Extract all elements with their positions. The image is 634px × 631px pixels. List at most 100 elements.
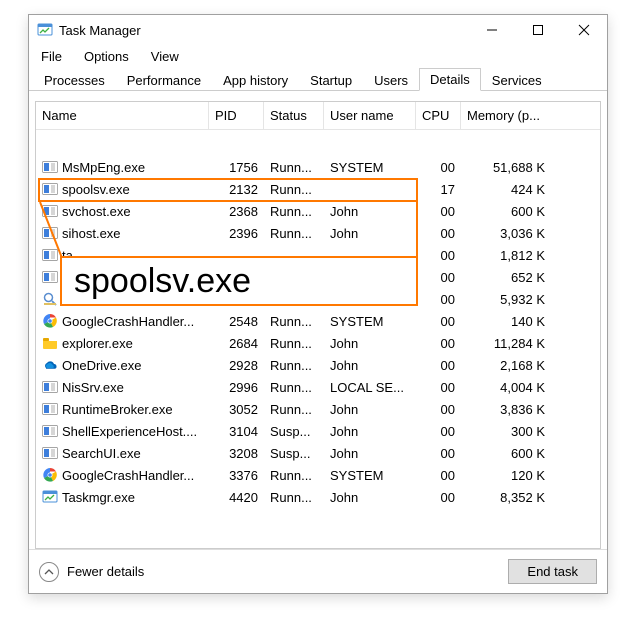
- table-row[interactable]: MsMpEng.exe1756Runn...SYSTEM0051,688 K: [36, 156, 600, 178]
- process-status: Runn...: [264, 292, 324, 307]
- col-user[interactable]: User name: [324, 102, 416, 129]
- process-name: SearchIndexer.exe: [62, 292, 170, 307]
- tab-performance[interactable]: Performance: [116, 69, 212, 91]
- process-pid: 2928: [209, 358, 264, 373]
- table-row[interactable]: ShellExperienceHost....3104Susp...John00…: [36, 420, 600, 442]
- process-user: John: [324, 446, 416, 461]
- process-pid: 2132: [209, 182, 264, 197]
- process-memory: 5,932 K: [461, 292, 551, 307]
- tab-users[interactable]: Users: [363, 69, 419, 91]
- process-status: Runn...: [264, 204, 324, 219]
- col-status[interactable]: Status: [264, 102, 324, 129]
- process-list: Name PID Status User name CPU Memory (p.…: [35, 101, 601, 549]
- process-cpu: 00: [416, 402, 461, 417]
- table-row[interactable]: SearchIndexer.exe2436Runn...SYSTEM005,93…: [36, 288, 600, 310]
- process-user: SYSTEM: [324, 292, 416, 307]
- table-row[interactable]: GoogleCrashHandler...3376Runn...SYSTEM00…: [36, 464, 600, 486]
- process-icon: [42, 225, 58, 241]
- process-cpu: 00: [416, 380, 461, 395]
- maximize-button[interactable]: [515, 15, 561, 45]
- tab-startup[interactable]: Startup: [299, 69, 363, 91]
- fewer-details-label: Fewer details: [67, 564, 144, 579]
- process-memory: 140 K: [461, 314, 551, 329]
- col-pid[interactable]: PID: [209, 102, 264, 129]
- table-row[interactable]: spoolsv.exe2132Runn...17424 K: [36, 178, 600, 200]
- process-status: Runn...: [264, 490, 324, 505]
- table-row[interactable]: ta001,812 K: [36, 244, 600, 266]
- process-user: SYSTEM: [324, 468, 416, 483]
- process-icon: [42, 159, 58, 175]
- process-icon: [42, 203, 58, 219]
- table-row[interactable]: SearchUI.exe3208Susp...John00600 K: [36, 442, 600, 464]
- process-cpu: 00: [416, 336, 461, 351]
- table-row[interactable]: GoogleCrashHandler...2548Runn...SYSTEM00…: [36, 310, 600, 332]
- fewer-details-button[interactable]: Fewer details: [39, 562, 144, 582]
- menu-view[interactable]: View: [147, 47, 183, 66]
- process-status: Runn...: [264, 182, 324, 197]
- content-area: Name PID Status User name CPU Memory (p.…: [29, 91, 607, 549]
- process-pid: 1756: [209, 160, 264, 175]
- process-icon: [42, 291, 58, 307]
- process-memory: 600 K: [461, 204, 551, 219]
- window-title: Task Manager: [59, 23, 469, 38]
- process-pid: 3104: [209, 424, 264, 439]
- process-name: spoolsv.exe: [62, 182, 130, 197]
- process-memory: 3,036 K: [461, 226, 551, 241]
- minimize-button[interactable]: [469, 15, 515, 45]
- table-row[interactable]: RuntimeBroker.exe3052Runn...John003,836 …: [36, 398, 600, 420]
- tabstrip: Processes Performance App history Startu…: [29, 67, 607, 91]
- process-name: ta: [62, 248, 73, 263]
- col-cpu[interactable]: CPU: [416, 102, 461, 129]
- process-cpu: 00: [416, 358, 461, 373]
- table-row[interactable]: NisSrv.exe2996Runn...LOCAL SE...004,004 …: [36, 376, 600, 398]
- table-row[interactable]: sihost.exe2396Runn...John003,036 K: [36, 222, 600, 244]
- process-icon: [42, 269, 58, 285]
- process-icon: [42, 467, 58, 483]
- close-button[interactable]: [561, 15, 607, 45]
- process-user: John: [324, 204, 416, 219]
- tab-services[interactable]: Services: [481, 69, 553, 91]
- process-pid: 3376: [209, 468, 264, 483]
- table-row[interactable]: OneDrive.exe2928Runn...John002,168 K: [36, 354, 600, 376]
- tab-details[interactable]: Details: [419, 68, 481, 91]
- process-user: SYSTEM: [324, 314, 416, 329]
- process-pid: 3208: [209, 446, 264, 461]
- process-user: John: [324, 424, 416, 439]
- process-status: Susp...: [264, 446, 324, 461]
- process-cpu: 00: [416, 248, 461, 263]
- process-user: John: [324, 358, 416, 373]
- table-row[interactable]: svchost.exe2368Runn...John00600 K: [36, 200, 600, 222]
- menubar: File Options View: [29, 45, 607, 67]
- process-cpu: 00: [416, 204, 461, 219]
- process-status: Susp...: [264, 424, 324, 439]
- process-status: Runn...: [264, 380, 324, 395]
- table-row[interactable]: D00652 K: [36, 266, 600, 288]
- process-cpu: 00: [416, 160, 461, 175]
- titlebar: Task Manager: [29, 15, 607, 45]
- end-task-button[interactable]: End task: [508, 559, 597, 584]
- process-cpu: 17: [416, 182, 461, 197]
- process-memory: 300 K: [461, 424, 551, 439]
- process-pid: 2436: [209, 292, 264, 307]
- menu-file[interactable]: File: [37, 47, 66, 66]
- process-name: ShellExperienceHost....: [62, 424, 197, 439]
- process-rows[interactable]: MsMpEng.exe1756Runn...SYSTEM0051,688 K sp…: [36, 130, 600, 548]
- process-name: sihost.exe: [62, 226, 121, 241]
- table-row[interactable]: explorer.exe2684Runn...John0011,284 K: [36, 332, 600, 354]
- process-icon: [42, 335, 58, 351]
- process-name: svchost.exe: [62, 204, 131, 219]
- tab-app-history[interactable]: App history: [212, 69, 299, 91]
- process-memory: 51,688 K: [461, 160, 551, 175]
- process-memory: 652 K: [461, 270, 551, 285]
- process-icon: [42, 423, 58, 439]
- col-name[interactable]: Name: [36, 102, 209, 129]
- menu-options[interactable]: Options: [80, 47, 133, 66]
- tab-processes[interactable]: Processes: [33, 69, 116, 91]
- process-pid: 2548: [209, 314, 264, 329]
- process-memory: 8,352 K: [461, 490, 551, 505]
- table-row[interactable]: Taskmgr.exe4420Runn...John008,352 K: [36, 486, 600, 508]
- process-user: LOCAL SE...: [324, 380, 416, 395]
- process-name: OneDrive.exe: [62, 358, 141, 373]
- process-icon: [42, 313, 58, 329]
- col-memory[interactable]: Memory (p...: [461, 102, 551, 129]
